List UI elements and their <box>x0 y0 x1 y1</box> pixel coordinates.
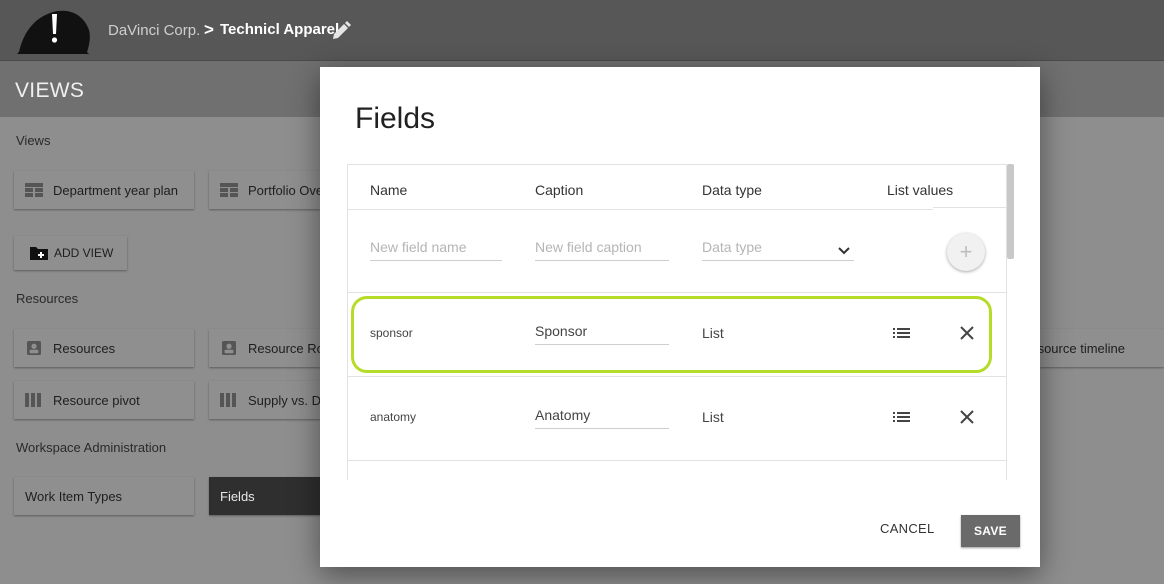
cancel-button[interactable]: CANCEL <box>880 521 935 536</box>
resource-card-resource-pivot[interactable]: Resource pivot <box>14 381 194 419</box>
view-card-label: Department year plan <box>53 182 179 198</box>
save-button[interactable]: SAVE <box>961 515 1020 547</box>
row-divider <box>348 376 1006 377</box>
admin-card-label: Fields <box>220 488 255 504</box>
section-label-views: Views <box>16 133 51 148</box>
resource-card-resource-timeline[interactable]: Resource timeline <box>1040 329 1164 367</box>
close-icon[interactable] <box>957 407 977 427</box>
table-scrollbar[interactable] <box>1007 164 1014 259</box>
row-divider <box>348 460 1006 461</box>
columns-icon <box>25 393 41 407</box>
column-header-name: Name <box>370 182 408 198</box>
row-divider <box>348 292 1006 293</box>
list-values-icon[interactable] <box>892 407 912 427</box>
column-header-caption: Caption <box>535 182 584 198</box>
header-divider <box>933 207 1006 208</box>
bicorne-hat-logo-icon[interactable] <box>17 8 93 54</box>
admin-card-label: Work Item Types <box>25 488 123 504</box>
resource-card-label: Resource pivot <box>53 392 140 408</box>
resource-card-label: Resource timeline <box>1040 340 1125 356</box>
resource-card-label: Resource Roles <box>248 340 320 356</box>
data-type-select[interactable]: Data type <box>702 235 854 261</box>
new-field-name-input[interactable]: New field name <box>370 235 502 261</box>
field-caption-input-anatomy[interactable]: Anatomy <box>535 403 669 429</box>
view-card-portfolio-overview[interactable]: Portfolio Overview <box>209 171 320 209</box>
top-bar: DaVinci Corp. > Technicl Apparel <box>0 0 1164 61</box>
admin-card-work-item-types[interactable]: Work Item Types <box>14 477 194 515</box>
breadcrumb-project: Technicl Apparel <box>220 21 340 38</box>
page-title: VIEWS <box>15 79 85 102</box>
breadcrumb-separator-icon: > <box>204 20 214 39</box>
pencil-edit-icon[interactable] <box>331 21 351 41</box>
resource-card-label: Supply vs. Demand <box>248 392 320 408</box>
resource-card-label: Resources <box>53 340 116 356</box>
folder-add-icon <box>30 247 48 260</box>
resource-card-resource-roles[interactable]: Resource Roles <box>209 329 320 367</box>
resource-card-resources[interactable]: Resources <box>14 329 194 367</box>
admin-card-fields[interactable]: Fields <box>209 477 320 515</box>
person-card-icon <box>27 341 41 355</box>
field-type-anatomy: List <box>702 409 724 425</box>
header-divider <box>348 209 933 210</box>
chevron-down-icon[interactable] <box>837 244 851 258</box>
column-header-list-values: List values <box>887 182 954 198</box>
view-card-label: Portfolio Overview <box>248 182 320 198</box>
person-card-icon <box>222 341 236 355</box>
new-field-caption-input[interactable]: New field caption <box>535 235 669 261</box>
table-icon <box>220 183 238 197</box>
plus-icon: + <box>959 239 973 264</box>
view-card-department-year-plan[interactable]: Department year plan <box>14 171 194 209</box>
resource-card-supply-vs-demand[interactable]: Supply vs. Demand <box>209 381 320 419</box>
add-view-label: ADD VIEW <box>54 246 114 260</box>
table-icon <box>25 183 43 197</box>
section-label-workspace-administration: Workspace Administration <box>16 440 167 455</box>
breadcrumb-organization[interactable]: DaVinci Corp. <box>108 22 200 39</box>
highlight-outline <box>351 296 992 373</box>
add-field-button[interactable]: + <box>947 233 985 271</box>
add-view-button[interactable]: ADD VIEW <box>14 236 127 270</box>
section-label-resources: Resources <box>16 291 79 306</box>
field-name-anatomy: anatomy <box>370 410 417 424</box>
columns-icon <box>220 393 236 407</box>
dialog-title: Fields <box>355 102 436 135</box>
column-header-data-type: Data type <box>702 182 762 198</box>
